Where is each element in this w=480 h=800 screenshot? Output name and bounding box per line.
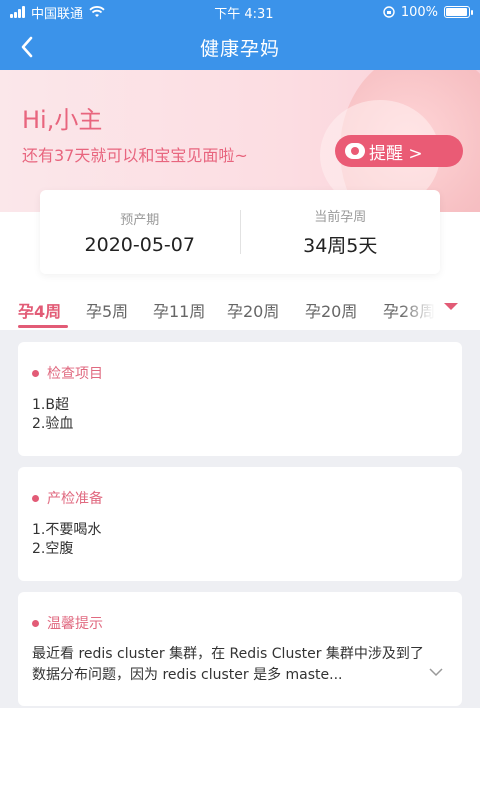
status-left: 中国联通 [10,3,105,22]
bullet-dot [32,494,39,502]
tab-week-20[interactable]: 孕20周 [227,298,279,322]
countdown-text: 还有37天就可以和宝宝见面啦~ [22,146,248,165]
current-week-block: 当前孕周 34周5天 [241,190,441,274]
exam-items-list: 1.B超 2.验血 [32,396,448,434]
warm-tips-heading: 温馨提示 [47,616,103,632]
remind-button[interactable]: 提醒 > [335,135,463,167]
exam-item: 2.验血 [32,416,74,432]
checkup-prep-title: 产检准备 [32,487,448,509]
warm-tips-title: 温馨提示 [32,612,448,634]
warm-tips-card[interactable]: 温馨提示 最近看 redis cluster 集群，在 Redis Cluste… [18,592,462,706]
current-week-value: 34周5天 [303,235,378,257]
bullet-dot [32,369,39,377]
checkup-prep-list: 1.不要喝水 2.空腹 [32,521,448,559]
remind-label: 提醒 > [369,143,423,164]
warm-tips-text: 最近看 redis cluster 集群，在 Redis Cluster 集群中… [32,646,424,683]
bullet-dot [32,619,39,627]
greeting-text: Hi,小主 [22,106,103,134]
active-tab-indicator [18,325,68,328]
battery-icon [443,6,473,18]
alarm-clock-icon [345,143,365,159]
tab-week-4[interactable]: 孕4周 [18,298,61,322]
prep-item: 2.空腹 [32,541,74,557]
checkup-prep-card: 产检准备 1.不要喝水 2.空腹 [18,467,462,581]
status-bar: 中国联通 下午 4:31 100% [0,0,480,24]
nav-bar: 健康孕妈 [0,24,480,70]
battery-percent: 100% [400,4,438,20]
signal-icon [10,6,25,18]
due-date-value: 2020-05-07 [84,233,195,256]
due-date-label: 预产期 [120,212,160,228]
triangle-down-icon[interactable] [444,303,458,310]
due-date-block: 预产期 2020-05-07 [40,190,240,274]
tab-week-20-second[interactable]: 孕20周 [305,298,357,322]
tab-week-5[interactable]: 孕5周 [86,298,128,322]
status-right: 100% [383,4,473,20]
checkup-content: 检查项目 1.B超 2.验血 产检准备 1.不要喝水 2.空腹 温馨提示 最近看… [0,330,480,708]
current-week-label: 当前孕周 [314,210,367,225]
bottom-blank-area [0,708,480,800]
checkup-prep-heading: 产检准备 [47,491,103,507]
chevron-left-icon [21,36,33,58]
exam-items-heading: 检查项目 [47,366,103,382]
prep-item: 1.不要喝水 [32,522,102,538]
orientation-lock-icon [383,6,395,18]
tab-week-11[interactable]: 孕11周 [153,298,205,322]
wifi-icon [89,6,105,17]
exam-items-title: 检查项目 [32,362,448,384]
exam-items-card: 检查项目 1.B超 2.验血 [18,342,462,456]
page-title: 健康孕妈 [199,37,280,60]
carrier-name: 中国联通 [31,6,84,22]
week-tabs: 孕4周 孕5周 孕11周 孕20周 孕20周 孕28周 [0,290,480,330]
tab-overflow-fade [400,290,444,330]
chevron-down-icon[interactable] [428,667,444,677]
clock: 下午 4:31 [214,6,274,22]
back-button[interactable] [20,24,60,70]
exam-item: 1.B超 [32,397,69,413]
pregnancy-info-card: 预产期 2020-05-07 当前孕周 34周5天 [40,190,440,274]
